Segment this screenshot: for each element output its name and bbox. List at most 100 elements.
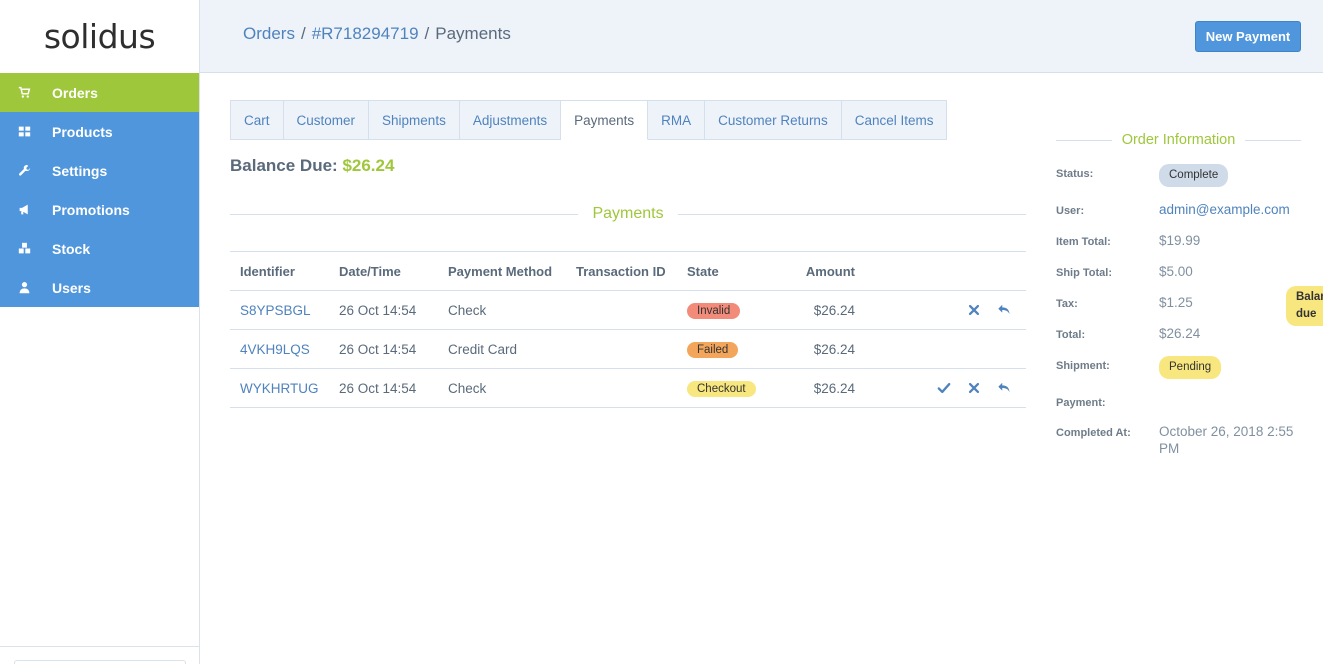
order-information-panel: Order Information Status: Complete User:… (1056, 130, 1323, 471)
payments-heading: Payments (592, 205, 664, 222)
payment-state-cell: Failed (687, 341, 787, 358)
sidebar-item-label: Stock (52, 240, 91, 257)
info-label: Ship Total: (1056, 267, 1113, 279)
sidebar-item-label: Products (52, 123, 113, 140)
info-row-status: Status: Complete (1056, 164, 1301, 187)
info-value: admin@example.com (1159, 201, 1301, 218)
tab-cart[interactable]: Cart (230, 100, 284, 140)
info-row-item-total: Item Total: $19.99 (1056, 232, 1301, 249)
main-nav: Orders Products Settings Promotions Stoc… (0, 73, 199, 307)
payment-identifier-cell: S8YPSBGL (230, 303, 339, 318)
shipment-state-badge: Pending (1159, 356, 1222, 379)
payment-amount: $26.24 (813, 341, 855, 357)
payments-table: Identifier Date/Time Payment Method Tran… (230, 251, 1026, 408)
sidebar-footer-field[interactable] (14, 660, 186, 664)
sidebar-item-products[interactable]: Products (0, 112, 199, 151)
payments-section-title: Payments (230, 204, 1027, 224)
info-row-shipment: Shipment: Pending (1056, 356, 1301, 379)
payment-state-cell: Invalid (687, 302, 787, 319)
table-row: 4VKH9LQS 26 Oct 14:54 Credit Card Failed… (230, 330, 1026, 369)
capture-icon[interactable] (936, 380, 952, 396)
tab-adjustments[interactable]: Adjustments (459, 100, 562, 140)
status-badge: Complete (1159, 164, 1229, 187)
payment-datetime: 26 Oct 14:54 (339, 302, 417, 318)
payment-datetime: 26 Oct 14:54 (339, 380, 417, 396)
breadcrumb-separator: / (300, 24, 306, 43)
payment-identifier-link[interactable]: S8YPSBGL (240, 303, 311, 318)
table-header-row: Identifier Date/Time Payment Method Tran… (230, 252, 1026, 291)
table-row: WYKHRTUG 26 Oct 14:54 Check Checkout $26… (230, 369, 1026, 408)
payment-identifier-cell: 4VKH9LQS (230, 342, 339, 357)
tab-rma[interactable]: RMA (648, 100, 706, 140)
breadcrumb-current: Payments (435, 24, 511, 43)
payment-identifier-link[interactable]: 4VKH9LQS (240, 342, 310, 357)
state-badge-invalid: Invalid (687, 302, 741, 319)
column-header-transaction-id: Transaction ID (576, 263, 666, 279)
tab-customer[interactable]: Customer (283, 100, 370, 140)
sidebar-item-stock[interactable]: Stock (0, 229, 199, 268)
divider (1056, 139, 1112, 141)
payment-actions (855, 380, 1026, 396)
sidebar-item-label: Settings (52, 162, 108, 179)
info-value: $26.24 (1159, 326, 1201, 341)
grid-icon (16, 125, 32, 139)
refund-icon[interactable] (996, 380, 1012, 396)
payment-identifier-link[interactable]: WYKHRTUG (240, 381, 319, 396)
info-label: Item Total: (1056, 236, 1111, 248)
user-email-link[interactable]: admin@example.com (1159, 202, 1290, 217)
info-label: Completed At: (1056, 427, 1131, 439)
column-header-payment-method: Payment Method (448, 263, 553, 279)
divider (677, 213, 1027, 215)
info-row-payment: Payment: Balance due (1056, 286, 1323, 409)
user-icon (16, 281, 32, 295)
tab-customer-returns[interactable]: Customer Returns (705, 100, 842, 140)
payment-amount: $26.24 (813, 302, 855, 318)
breadcrumb-separator: / (424, 24, 430, 43)
wrench-icon (16, 164, 32, 178)
payment-datetime: 26 Oct 14:54 (339, 341, 417, 357)
info-row-ship-total: Ship Total: $5.00 (1056, 263, 1301, 280)
divider (1245, 139, 1302, 141)
balance-due-label: Balance Due: (230, 156, 338, 175)
payment-actions (855, 302, 1026, 318)
breadcrumb-orders-link[interactable]: Orders (243, 24, 295, 43)
breadcrumb-order-link[interactable]: #R718294719 (312, 24, 419, 43)
payment-method: Credit Card (448, 341, 518, 357)
new-payment-button[interactable]: New Payment (1195, 21, 1301, 52)
tab-shipments[interactable]: Shipments (369, 100, 460, 140)
payment-state-cell: Checkout (687, 380, 787, 397)
info-value: Pending (1159, 356, 1301, 379)
refund-icon[interactable] (996, 302, 1012, 318)
sidebar-item-label: Promotions (52, 201, 130, 218)
solidus-logo[interactable]: solidus (0, 0, 199, 73)
void-icon[interactable] (966, 302, 982, 318)
payment-identifier-cell: WYKHRTUG (230, 381, 339, 396)
tab-cancel-items[interactable]: Cancel Items (841, 100, 948, 140)
info-label: Status: (1056, 168, 1094, 180)
sidebar-item-label: Orders (52, 84, 98, 101)
sidebar: solidus Orders Products Settings Promoti… (0, 0, 200, 664)
sidebar-footer (0, 646, 199, 664)
info-value: October 26, 2018 2:55 PM (1159, 424, 1294, 456)
info-label: User: (1056, 205, 1085, 217)
sidebar-item-label: Users (52, 279, 91, 296)
breadcrumb: Orders / #R718294719 / Payments (243, 24, 511, 44)
megaphone-icon (16, 203, 32, 217)
void-icon[interactable] (966, 380, 982, 396)
sidebar-item-settings[interactable]: Settings (0, 151, 199, 190)
info-value: $1.25 (1159, 295, 1193, 310)
sidebar-item-users[interactable]: Users (0, 268, 199, 307)
info-row-total: Total: $26.24 (1056, 325, 1301, 342)
payment-state-badge: Balance due (1286, 286, 1323, 326)
column-header-state: State (687, 263, 719, 279)
balance-due: Balance Due: $26.24 (230, 156, 394, 176)
order-information-title: Order Information (1056, 130, 1302, 150)
order-information-heading: Order Information (1121, 132, 1236, 148)
cart-icon (16, 86, 32, 100)
info-value: $19.99 (1159, 233, 1201, 248)
cubes-icon (16, 242, 32, 256)
sidebar-item-orders[interactable]: Orders (0, 73, 199, 112)
tab-payments[interactable]: Payments (561, 100, 649, 140)
sidebar-item-promotions[interactable]: Promotions (0, 190, 199, 229)
column-header-amount: Amount (805, 263, 855, 279)
